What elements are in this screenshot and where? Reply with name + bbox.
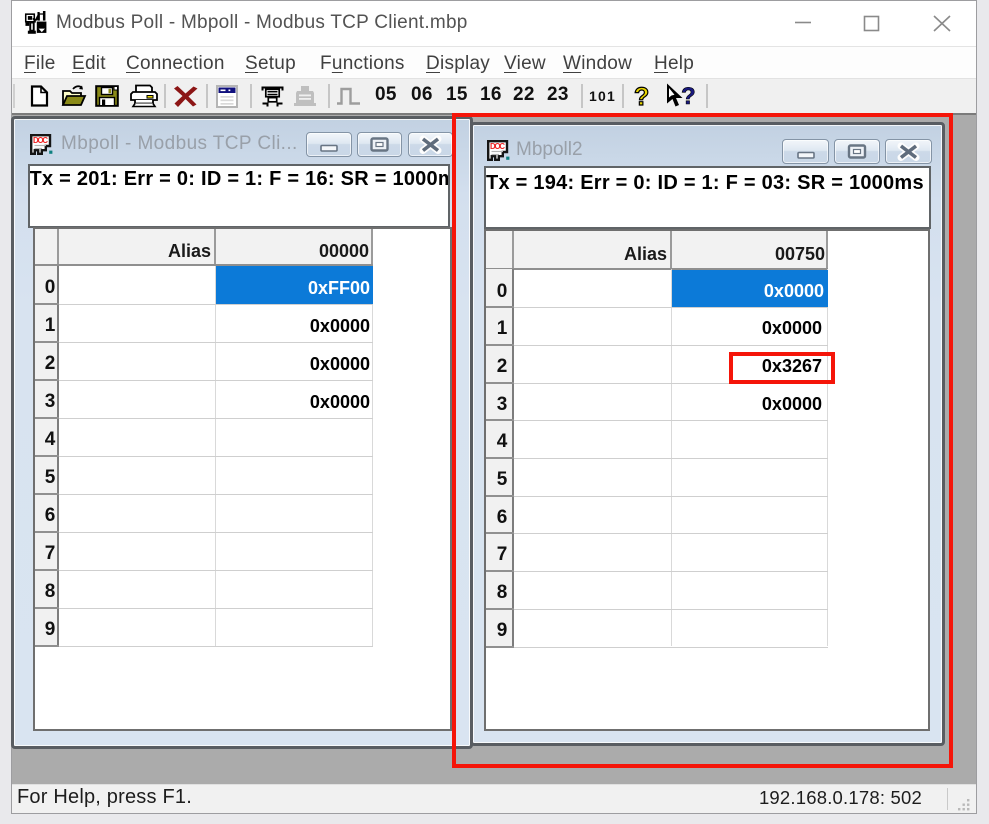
svg-text:DOC: DOC <box>33 136 48 145</box>
svg-text:?: ? <box>681 83 696 109</box>
svg-text:?: ? <box>634 84 649 109</box>
